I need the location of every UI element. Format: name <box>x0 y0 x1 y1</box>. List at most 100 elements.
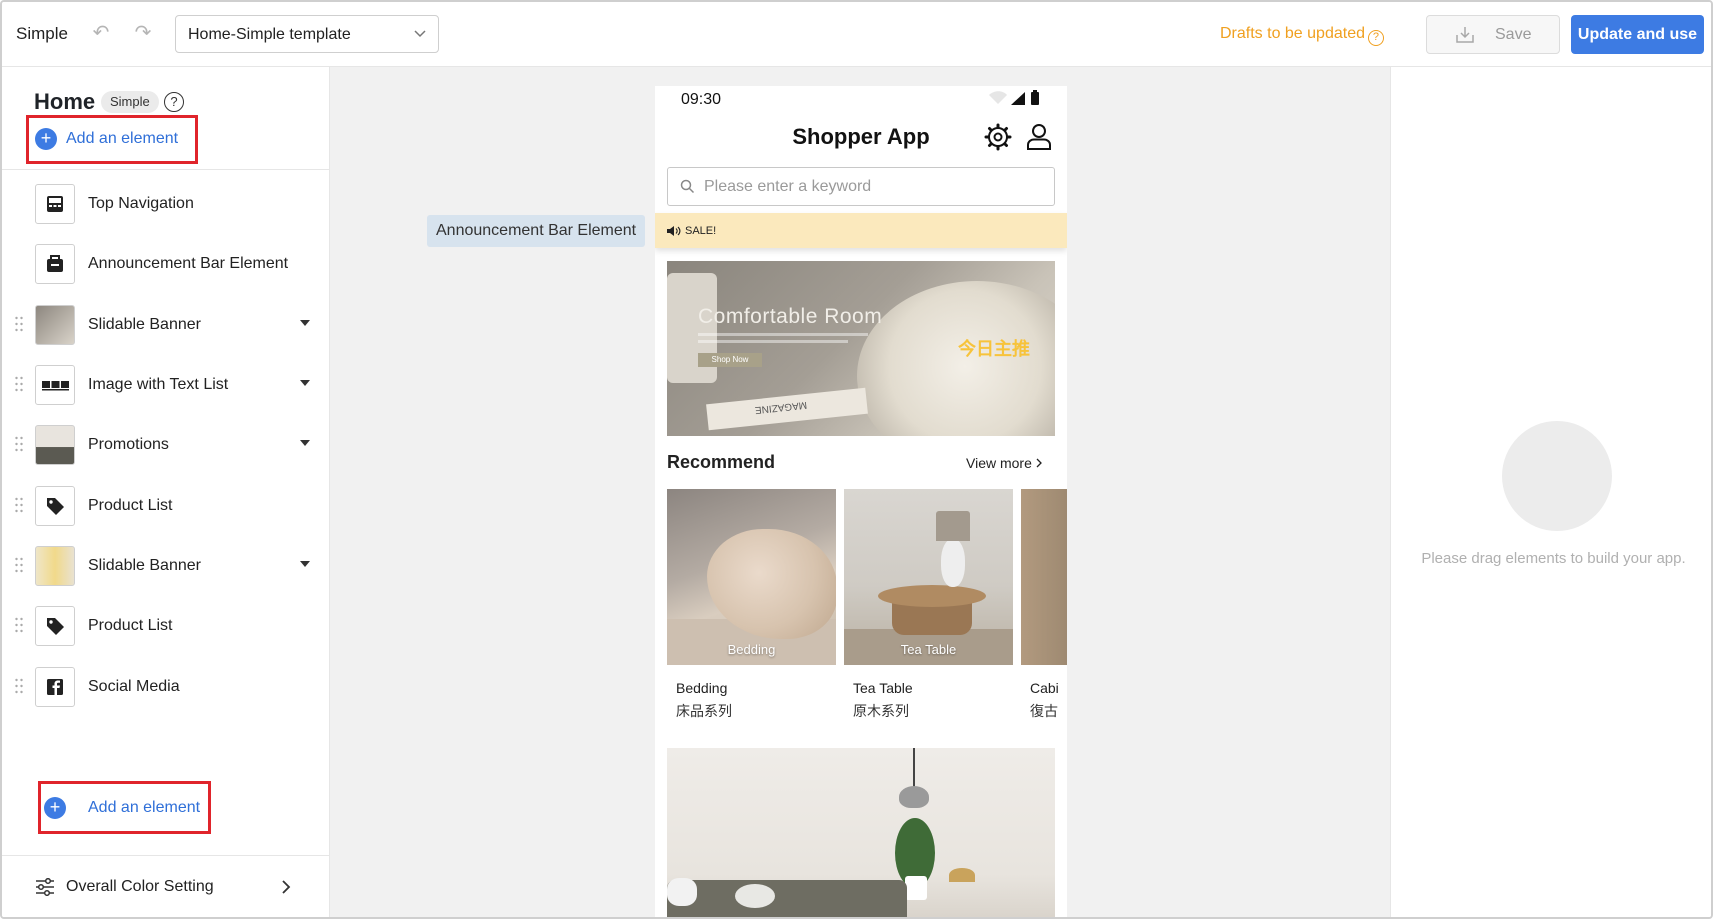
drag-handle-icon[interactable] <box>14 678 24 694</box>
update-and-use-button[interactable]: Update and use <box>1571 15 1704 54</box>
element-item-social-media[interactable]: Social Media <box>2 665 330 709</box>
tag-icon <box>35 606 75 646</box>
element-item-label: Announcement Bar Element <box>88 255 289 272</box>
slidable-banner-image[interactable]: MAGAZINE Comfortable Room Shop Now 今日主推 <box>667 261 1055 436</box>
image-pillow <box>735 884 775 908</box>
phone-search-input[interactable]: Please enter a keyword <box>667 167 1055 206</box>
element-item-promotions[interactable]: Promotions <box>2 423 330 467</box>
speaker-icon <box>667 226 681 236</box>
banner-shop-now-button[interactable]: Shop Now <box>698 353 762 367</box>
drag-handle-icon[interactable] <box>14 557 24 573</box>
element-item-label: Promotions <box>88 436 169 453</box>
template-select[interactable]: Home-Simple template <box>175 15 439 53</box>
template-badge: Simple <box>101 91 159 113</box>
promotion-image[interactable] <box>667 748 1055 917</box>
element-item-label: Slidable Banner <box>88 557 201 574</box>
caret-down-icon[interactable] <box>300 440 310 446</box>
divider <box>2 169 330 170</box>
help-icon: ? <box>1367 30 1384 46</box>
product-card[interactable]: Bedding Bedding 床品系列 <box>667 489 836 733</box>
chevron-right-icon <box>282 880 291 894</box>
product-image-caption: Tea Table <box>900 642 957 657</box>
image-lamp-cord <box>913 748 915 790</box>
element-item-top-navigation[interactable]: Top Navigation <box>2 182 330 226</box>
element-item-label: Product List <box>88 497 173 514</box>
highlight-box-top <box>26 115 198 164</box>
properties-panel: Please drag elements to build your app. <box>1390 67 1711 917</box>
search-icon <box>680 179 695 194</box>
drag-handle-icon[interactable] <box>14 617 24 633</box>
view-more-link[interactable]: View more <box>966 455 1042 471</box>
user-icon[interactable] <box>1026 123 1052 151</box>
overall-color-setting[interactable]: Overall Color Setting <box>2 862 330 912</box>
bag-icon <box>35 244 75 284</box>
banner-subtitle-line <box>698 333 868 336</box>
announcement-bar-tag: Announcement Bar Element <box>427 215 646 247</box>
chevron-right-icon <box>1036 458 1042 468</box>
product-series: 床品系列 <box>676 703 732 719</box>
promotions-thumb <box>35 425 75 465</box>
divider <box>2 855 330 856</box>
top-toolbar: Simple ↶ ↷ Home-Simple template Drafts t… <box>2 2 1711 67</box>
sliders-icon <box>36 878 54 896</box>
caret-down-icon[interactable] <box>300 380 310 386</box>
gear-icon[interactable] <box>984 123 1012 151</box>
status-time: 09:30 <box>681 91 722 108</box>
product-card[interactable]: Cabi 復古 <box>1021 489 1067 733</box>
save-button-label: Save <box>1495 26 1532 43</box>
element-item-announcement-bar[interactable]: Announcement Bar Element <box>2 242 330 286</box>
caret-down-icon[interactable] <box>300 561 310 567</box>
drag-handle-icon[interactable] <box>14 376 24 392</box>
product-name: Tea Table <box>853 680 913 696</box>
drafts-to-be-updated-link[interactable]: Drafts to be updated? <box>1220 25 1384 46</box>
phone-preview: 09:30 Shopper App Please enter a keyword… <box>655 86 1067 917</box>
element-item-label: Product List <box>88 617 173 634</box>
product-image: Tea Table <box>844 489 1013 665</box>
image-pot <box>905 876 927 900</box>
element-item-slidable-banner[interactable]: Slidable Banner <box>2 303 330 347</box>
tag-icon <box>35 486 75 526</box>
element-sidebar: Home Simple ? + Add an element Top Navig… <box>2 67 330 917</box>
undo-icon[interactable]: ↶ <box>90 22 112 44</box>
element-item-label: Social Media <box>88 678 180 695</box>
element-item-label: Image with Text List <box>88 376 229 393</box>
announcement-text: SALE! <box>685 225 717 237</box>
drag-handle-icon[interactable] <box>14 436 24 452</box>
book-text: MAGAZINE <box>754 398 808 416</box>
element-item-slidable-banner-2[interactable]: Slidable Banner <box>2 544 330 588</box>
element-item-product-list-2[interactable]: Product List <box>2 604 330 648</box>
banner-featured-text: 今日主推 <box>958 339 1030 359</box>
caret-down-icon[interactable] <box>300 320 310 326</box>
banner-thumb <box>35 305 75 345</box>
element-item-product-list[interactable]: Product List <box>2 484 330 528</box>
image-pillow <box>667 878 697 906</box>
drag-handle-icon[interactable] <box>14 497 24 513</box>
announcement-bar[interactable]: SALE! <box>655 213 1067 248</box>
product-card[interactable]: Tea Table Tea Table 原木系列 <box>844 489 1013 733</box>
redo-icon[interactable]: ↷ <box>132 22 154 44</box>
empty-state-text: Please drag elements to build your app. <box>1421 550 1686 567</box>
facebook-icon <box>35 667 75 707</box>
question-icon[interactable]: ? <box>164 92 184 112</box>
top-nav-icon <box>35 184 75 224</box>
product-image-caption: Bedding <box>727 642 776 657</box>
app-name: Simple <box>16 24 68 43</box>
product-series: 復古 <box>1030 703 1058 719</box>
app-window: Simple ↶ ↷ Home-Simple template Drafts t… <box>0 0 1713 919</box>
element-item-label: Top Navigation <box>88 195 194 212</box>
download-icon <box>1456 27 1474 43</box>
search-placeholder: Please enter a keyword <box>704 178 872 195</box>
save-button[interactable]: Save <box>1426 15 1560 54</box>
drag-handle-icon[interactable] <box>14 316 24 332</box>
page-title: Home <box>34 89 96 114</box>
banner-subtitle-line <box>698 340 848 343</box>
color-setting-label: Overall Color Setting <box>66 878 214 895</box>
image-lamp-shade <box>936 511 970 541</box>
element-item-image-with-text-list[interactable]: Image with Text List <box>2 363 330 407</box>
product-name: Bedding <box>676 680 728 696</box>
chevron-down-icon <box>414 30 426 38</box>
banner-title: Comfortable Room <box>698 305 883 328</box>
image-sofa <box>667 880 907 917</box>
product-series: 原木系列 <box>853 703 909 719</box>
banner-thumb-2 <box>35 546 75 586</box>
